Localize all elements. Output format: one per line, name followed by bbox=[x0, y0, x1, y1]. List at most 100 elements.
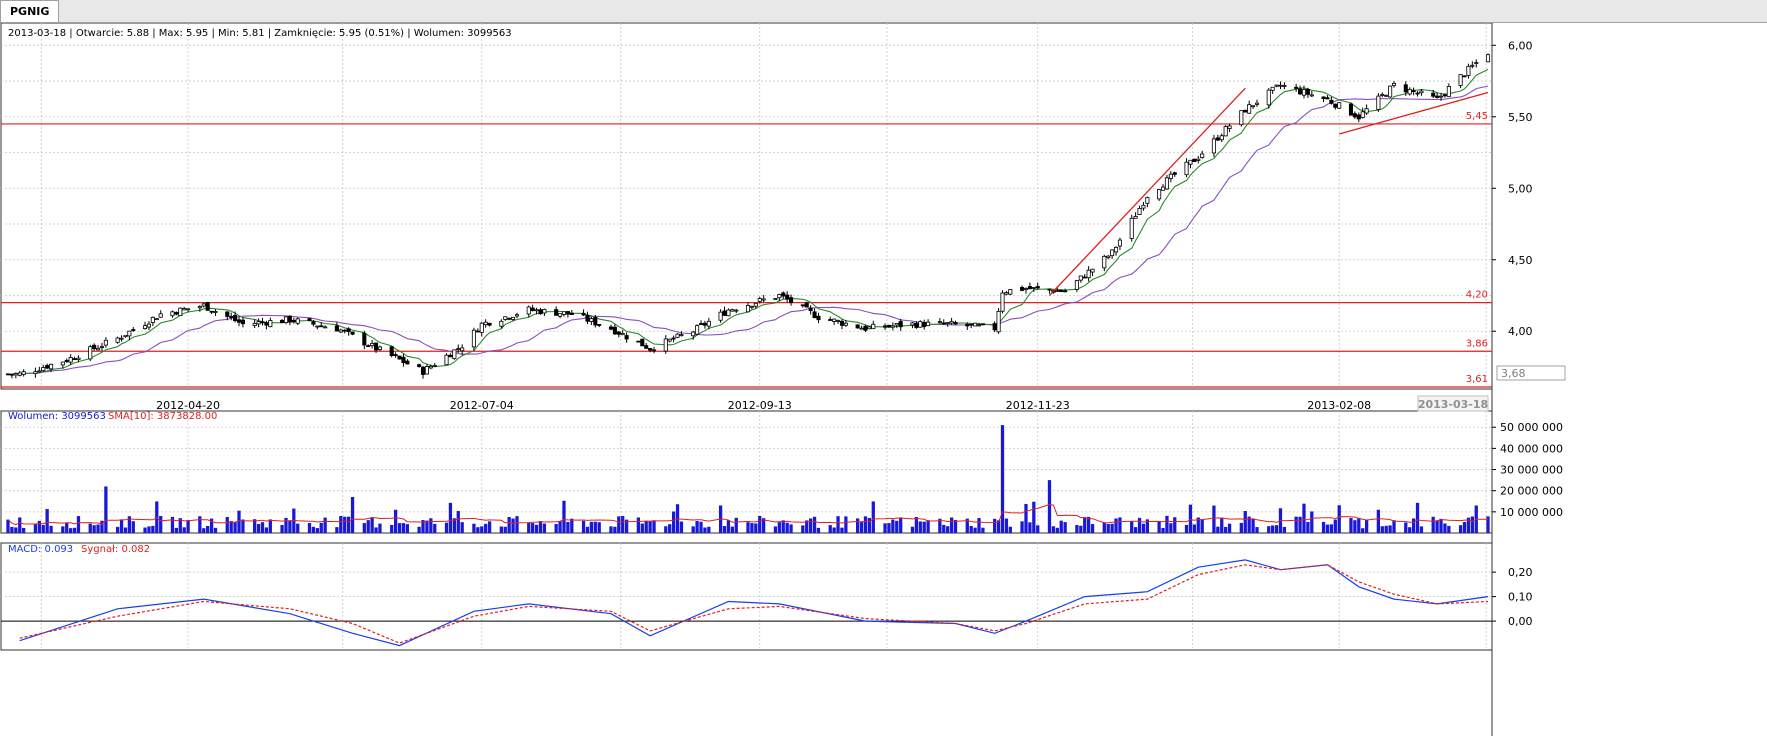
candle-body bbox=[1251, 105, 1256, 108]
candle-body bbox=[1438, 95, 1444, 98]
candle-body bbox=[5, 373, 11, 376]
candle bbox=[178, 307, 183, 317]
candle-body bbox=[366, 345, 371, 348]
candle-body bbox=[1188, 159, 1193, 165]
volume-tick-label: 20 000 000 bbox=[1500, 485, 1563, 498]
candle-body bbox=[131, 329, 136, 331]
volume-bar bbox=[1298, 516, 1302, 533]
volume-bar bbox=[1079, 525, 1083, 533]
candle-body bbox=[973, 322, 978, 327]
volume-bar bbox=[370, 517, 374, 533]
volume-bar bbox=[1310, 511, 1314, 533]
candle-body bbox=[60, 361, 65, 366]
candle-body bbox=[103, 339, 108, 346]
volume-bar bbox=[1032, 501, 1036, 533]
candle-body bbox=[1211, 138, 1216, 154]
volume-bar bbox=[484, 523, 488, 533]
candle-body bbox=[260, 321, 265, 324]
candle-body bbox=[448, 354, 453, 358]
candle-body bbox=[695, 325, 700, 335]
candle-body bbox=[1215, 137, 1220, 141]
volume-bar bbox=[1337, 505, 1341, 533]
candle-body bbox=[1388, 85, 1393, 98]
volume-tick-label: 50 000 000 bbox=[1500, 421, 1563, 434]
candle-body bbox=[428, 365, 433, 369]
candle-body bbox=[21, 371, 26, 375]
volume-bar bbox=[1364, 519, 1369, 533]
volume-bar bbox=[730, 526, 734, 533]
candle-body bbox=[201, 303, 206, 307]
candle bbox=[1376, 93, 1381, 112]
volume-bar bbox=[374, 527, 378, 533]
candle-body bbox=[675, 333, 680, 338]
volume-bar bbox=[566, 521, 570, 533]
candle bbox=[1462, 75, 1467, 78]
candle-body bbox=[507, 317, 512, 320]
candle-body bbox=[213, 311, 218, 313]
volume-bar bbox=[1329, 524, 1334, 533]
volume-bar bbox=[746, 522, 750, 533]
volume-bar bbox=[648, 521, 652, 533]
candle-body bbox=[401, 356, 406, 364]
volume-bar bbox=[72, 527, 77, 533]
volume-bar bbox=[61, 526, 65, 533]
candle-body bbox=[49, 363, 54, 370]
candle-body bbox=[1004, 292, 1009, 295]
volume-bar bbox=[429, 518, 433, 533]
candle-body bbox=[1466, 65, 1471, 76]
volume-bar bbox=[981, 527, 985, 533]
candle-body bbox=[1325, 97, 1330, 100]
candle-body bbox=[503, 316, 508, 320]
volume-bar bbox=[1333, 519, 1337, 533]
macd-legend: MACD: 0.093 bbox=[8, 544, 73, 555]
tab-pgnig[interactable]: PGNIG bbox=[0, 0, 60, 22]
volume-bar bbox=[812, 516, 817, 533]
volume-bar bbox=[668, 524, 672, 533]
volume-bar bbox=[433, 523, 437, 533]
volume-bar bbox=[1447, 525, 1451, 533]
volume-bar bbox=[570, 518, 574, 533]
volume-bar bbox=[155, 501, 159, 533]
candle-body bbox=[1110, 249, 1115, 257]
volume-bar bbox=[264, 527, 269, 533]
candle-body bbox=[648, 348, 653, 351]
volume-bar bbox=[362, 523, 366, 533]
candle bbox=[389, 346, 394, 358]
volume-bar bbox=[946, 526, 950, 533]
volume-bar bbox=[1443, 523, 1447, 533]
candle-body bbox=[651, 349, 657, 352]
candle bbox=[636, 340, 641, 343]
candle-body bbox=[1301, 89, 1307, 96]
candle-body bbox=[307, 318, 312, 321]
volume-bar bbox=[1024, 503, 1028, 533]
volume-bar bbox=[1004, 518, 1009, 533]
candle-body bbox=[142, 325, 148, 330]
candle-body bbox=[374, 342, 379, 351]
candle-body bbox=[702, 322, 707, 326]
candle bbox=[804, 301, 809, 308]
candle-body bbox=[475, 330, 480, 333]
stock-chart[interactable]: 5,454,203,863,61 2012-04-20 2012-07-04 201… bbox=[0, 23, 1767, 736]
candle-body bbox=[295, 318, 300, 324]
volume-bar bbox=[1102, 522, 1106, 533]
volume-bar bbox=[311, 526, 316, 533]
volume-bar bbox=[487, 521, 492, 533]
volume-bar bbox=[1216, 526, 1220, 533]
candle-body bbox=[1485, 54, 1491, 63]
candle-body bbox=[620, 333, 625, 336]
current-date-marker: 2013-03-18 bbox=[1417, 395, 1489, 412]
volume-bar bbox=[6, 519, 10, 533]
candle-body bbox=[483, 321, 488, 326]
candle-body bbox=[526, 306, 531, 315]
candle-body bbox=[37, 370, 42, 373]
candle-body bbox=[1168, 173, 1173, 179]
volume-bar bbox=[871, 501, 875, 533]
volume-bar bbox=[754, 523, 758, 533]
volume-bar bbox=[859, 522, 864, 533]
volume-bar bbox=[104, 486, 108, 533]
candle-body bbox=[1106, 255, 1111, 258]
volume-bar bbox=[1063, 522, 1067, 533]
candle-body bbox=[561, 311, 567, 315]
candle-body bbox=[68, 357, 73, 363]
candle-body bbox=[581, 312, 586, 316]
